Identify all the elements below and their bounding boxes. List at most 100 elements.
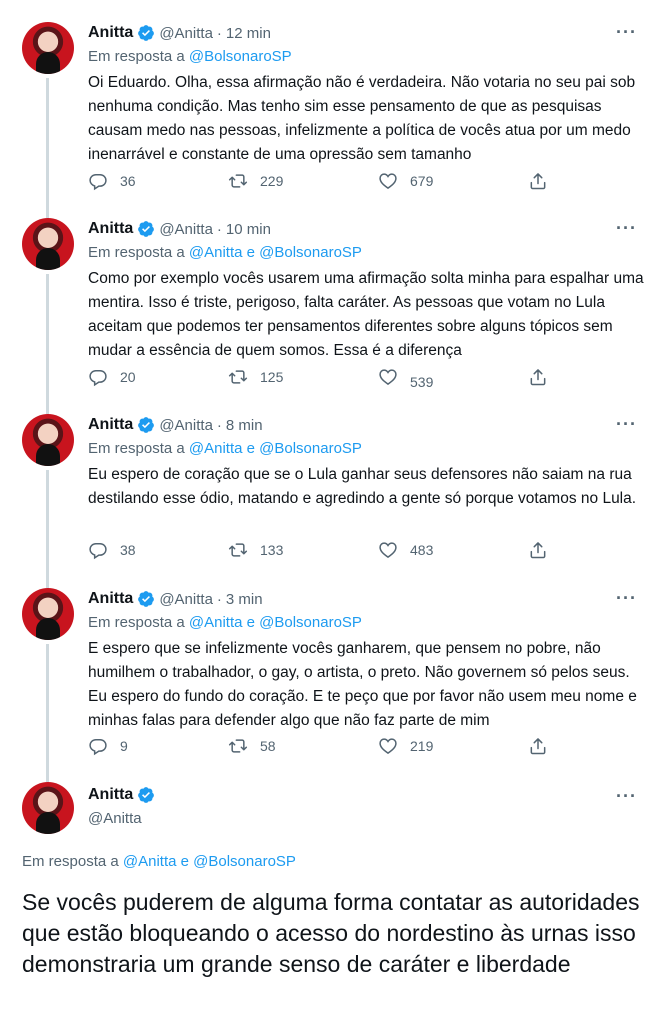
like-count: 483 (410, 542, 434, 558)
share-button[interactable] (528, 736, 560, 756)
tweet-text: E espero que se infelizmente vocês ganha… (88, 640, 637, 729)
reply-prefix: Em resposta a (88, 48, 185, 65)
timestamp[interactable]: 10 min (226, 221, 271, 238)
retweet-count: 125 (260, 369, 284, 385)
handle[interactable]: @Anitta (159, 221, 213, 238)
like-button[interactable]: 483 (378, 540, 433, 560)
share-icon (528, 171, 548, 191)
tweet-text: Oi Eduardo. Olha, essa afirmação não é v… (88, 74, 636, 163)
more-icon[interactable]: ··· (616, 786, 637, 807)
avatar[interactable] (22, 22, 74, 74)
retweet-count: 229 (260, 173, 284, 189)
share-icon (528, 736, 548, 756)
retweet-button[interactable]: 229 (228, 171, 283, 191)
more-icon[interactable]: ··· (616, 414, 637, 435)
timestamp[interactable]: 8 min (226, 417, 263, 434)
separator-dot: · (216, 220, 222, 238)
reply-mention-link[interactable]: @BolsonaroSP (189, 48, 292, 65)
reply-context: Em resposta a @BolsonaroSP (88, 48, 292, 65)
tweet-text: Como por exemplo vocês usarem uma afirma… (88, 270, 644, 359)
tweet-text: Se vocês puderem de alguma forma contata… (22, 889, 640, 977)
share-button[interactable] (528, 171, 560, 191)
separator-dot: · (216, 590, 222, 608)
verified-badge-icon (137, 416, 155, 434)
thread-connector (46, 78, 49, 218)
reply-icon (88, 540, 108, 560)
handle[interactable]: @Anitta (159, 591, 213, 608)
retweet-icon (228, 540, 248, 560)
display-name-row: Anitta (88, 786, 155, 804)
thread-connector (46, 470, 49, 588)
timestamp[interactable]: 3 min (226, 591, 263, 608)
reply-mention-link[interactable]: @Anitta e @BolsonaroSP (189, 440, 362, 457)
reply-mention-link[interactable]: @Anitta e @BolsonaroSP (123, 853, 296, 870)
reply-context: Em resposta a @Anitta e @BolsonaroSP (88, 614, 362, 631)
display-name[interactable]: Anitta (88, 24, 133, 42)
tweet-header: Anitta @Anitta · 12 min (88, 22, 271, 44)
reply-context: Em resposta a @Anitta e @BolsonaroSP (88, 244, 362, 261)
reply-mention-link[interactable]: @Anitta e @BolsonaroSP (189, 614, 362, 631)
retweet-button[interactable]: 125 (228, 367, 283, 387)
share-button[interactable] (528, 540, 560, 560)
avatar[interactable] (22, 588, 74, 640)
like-count: 679 (410, 173, 434, 189)
tweet-text: Eu espero de coração que se o Lula ganha… (88, 466, 637, 507)
like-count: 539 (410, 374, 434, 390)
avatar[interactable] (22, 218, 74, 270)
more-icon[interactable]: ··· (616, 218, 637, 239)
reply-button[interactable]: 9 (88, 736, 128, 756)
like-icon (378, 367, 398, 387)
tweet-actions: 38 133 483 (88, 540, 558, 564)
display-name[interactable]: Anitta (88, 590, 133, 608)
reply-button[interactable]: 38 (88, 540, 136, 560)
retweet-icon (228, 736, 248, 756)
reply-count: 36 (120, 173, 136, 189)
handle[interactable]: @Anitta (159, 25, 213, 42)
verified-badge-icon (137, 786, 155, 804)
display-name[interactable]: Anitta (88, 416, 133, 434)
retweet-icon (228, 367, 248, 387)
share-icon (528, 367, 548, 387)
reply-count: 9 (120, 738, 128, 754)
tweet-header: Anitta @Anitta · 8 min (88, 414, 263, 436)
display-name[interactable]: Anitta (88, 786, 133, 804)
avatar[interactable] (22, 414, 74, 466)
verified-badge-icon (137, 590, 155, 608)
timestamp[interactable]: 12 min (226, 25, 271, 42)
reply-context: Em resposta a @Anitta e @BolsonaroSP (88, 440, 362, 457)
separator-dot: · (216, 24, 222, 42)
tweet-actions: 36 229 679 (88, 171, 558, 195)
tweet-actions: 20 125 539 (88, 367, 558, 391)
separator-dot: · (216, 416, 222, 434)
like-icon (378, 736, 398, 756)
retweet-button[interactable]: 58 (228, 736, 276, 756)
like-icon (378, 171, 398, 191)
reply-context: Em resposta a @Anitta e @BolsonaroSP (22, 853, 296, 870)
more-icon[interactable]: ··· (616, 22, 637, 43)
reply-icon (88, 171, 108, 191)
main-tweet: Anitta @Anitta ··· Em resposta a @Anitta… (0, 760, 665, 1024)
like-button[interactable]: 539 (378, 367, 434, 390)
tweet-header: Anitta @Anitta · 10 min (88, 218, 271, 240)
share-icon (528, 540, 548, 560)
tweet-header: Anitta @Anitta · 3 min (88, 588, 263, 610)
like-button[interactable]: 679 (378, 171, 433, 191)
more-icon[interactable]: ··· (616, 588, 637, 609)
reply-button[interactable]: 36 (88, 171, 136, 191)
reply-prefix: Em resposta a (88, 244, 185, 261)
display-name[interactable]: Anitta (88, 220, 133, 238)
like-count: 219 (410, 738, 434, 754)
avatar[interactable] (22, 782, 74, 834)
verified-badge-icon (137, 220, 155, 238)
verified-badge-icon (137, 24, 155, 42)
handle[interactable]: @Anitta (88, 810, 142, 827)
reply-prefix: Em resposta a (88, 614, 185, 631)
handle[interactable]: @Anitta (159, 417, 213, 434)
reply-button[interactable]: 20 (88, 367, 136, 387)
like-button[interactable]: 219 (378, 736, 433, 756)
retweet-button[interactable]: 133 (228, 540, 283, 560)
thread-connector (46, 274, 49, 414)
share-button[interactable] (528, 367, 560, 387)
reply-mention-link[interactable]: @Anitta e @BolsonaroSP (189, 244, 362, 261)
like-icon (378, 540, 398, 560)
